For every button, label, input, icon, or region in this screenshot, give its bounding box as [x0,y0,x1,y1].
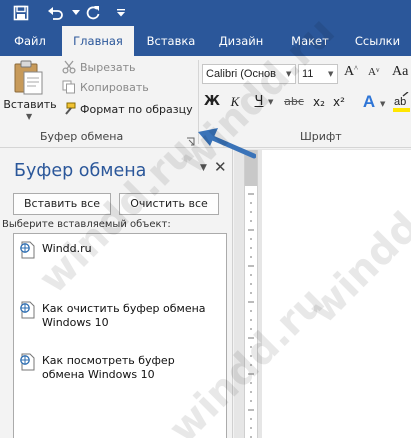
format-painter-button[interactable]: Формат по образцу [60,100,193,118]
shrink-font-label: A [368,66,376,78]
scissors-icon [60,59,78,75]
chevron-down-icon[interactable]: ▼ [268,98,273,106]
superscript-button[interactable]: x² [330,92,348,112]
tab-design[interactable]: Дизайн [210,26,272,56]
customize-toolbar-icon[interactable] [110,0,132,26]
copy-button[interactable]: Копировать [60,78,149,96]
grow-font-button[interactable]: A^ [344,64,364,84]
copy-label: Копировать [80,80,149,94]
pane-title: Буфер обмена [14,161,147,181]
clipboard-item-text: Как посмотреть буфер обмена Windows 10 [42,354,175,381]
clipboard-dialog-launcher-icon[interactable] [186,132,196,146]
vertical-ruler [244,150,258,438]
web-page-icon [18,240,38,260]
tab-references[interactable]: Ссылки [344,26,411,56]
select-item-label: Выберите вставляемый объект: [2,219,171,230]
title-bar [0,0,411,26]
change-case-button[interactable]: Aa [392,64,411,84]
document-page[interactable] [262,150,411,438]
subscript-button[interactable]: x₂ [310,92,328,112]
tab-layout[interactable]: Макет [280,26,340,56]
clipboard-item-text: Как очистить буфер обмена Windows 10 [42,302,206,329]
tab-home[interactable]: Главная [62,26,134,56]
highlight-icon[interactable]: ab [392,91,411,114]
clear-all-button[interactable]: Очистить все [119,193,219,215]
web-page-icon [18,352,38,372]
caret-down-icon: v [375,66,380,74]
undo-icon[interactable] [42,0,70,26]
tab-insert[interactable]: Вставка [140,26,202,56]
copy-icon [60,79,78,95]
chevron-down-icon[interactable]: ▼ [26,112,32,121]
save-icon[interactable] [8,0,34,26]
cut-label: Вырезать [80,60,136,74]
clipboard-group-label: Буфер обмена [40,130,124,143]
annotation-arrow-icon [198,128,256,159]
clipboard-paste-icon [14,60,43,95]
clipboard-item-text: Windd.ru [42,242,92,255]
redo-icon[interactable] [80,0,106,26]
cut-button[interactable]: Вырезать [60,58,135,76]
ruler-ticks [248,193,254,438]
font-group-label: Шрифт [300,130,342,143]
tab-file[interactable]: Файл [0,26,60,56]
pane-options-icon[interactable]: ▼ [200,163,207,173]
format-painter-icon [60,101,78,117]
strikethrough-button[interactable]: abc [282,92,306,112]
chevron-down-icon[interactable]: ▼ [286,70,291,78]
svg-text:ab: ab [394,96,406,108]
web-page-icon [18,300,38,320]
bold-button[interactable]: Ж [204,92,220,112]
shrink-font-button[interactable]: Av [368,66,386,84]
chevron-down-icon[interactable]: ▼ [380,100,385,108]
italic-button[interactable]: К [228,92,242,112]
font-name-combobox[interactable]: Calibri (Основ [202,64,296,84]
text-effects-button[interactable]: A [358,92,380,112]
chevron-down-icon[interactable]: ▼ [328,70,333,78]
clipboard-pane: Буфер обмена ▼ ✕ Вставить все Очистить в… [0,149,233,438]
paste-all-button[interactable]: Вставить все [13,193,111,215]
clipboard-item-list: Windd.ru Как очистить буфер обмена Windo… [13,233,227,438]
grow-font-label: A [344,64,355,79]
paste-label: Вставить [3,98,57,111]
caret-up-icon: ^ [354,64,358,73]
ribbon-tabs: Файл Главная Вставка Дизайн Макет Ссылки [0,26,411,56]
underline-button[interactable]: Ч [252,92,266,112]
paste-button[interactable]: Вставить ▼ [2,58,58,121]
clipboard-item[interactable]: Как очистить буфер обмена Windows 10 [18,300,222,330]
format-painter-label: Формат по образцу [80,102,193,116]
clipboard-item[interactable]: Как посмотреть буфер обмена Windows 10 [18,352,222,382]
clipboard-item[interactable]: Windd.ru [18,240,222,260]
